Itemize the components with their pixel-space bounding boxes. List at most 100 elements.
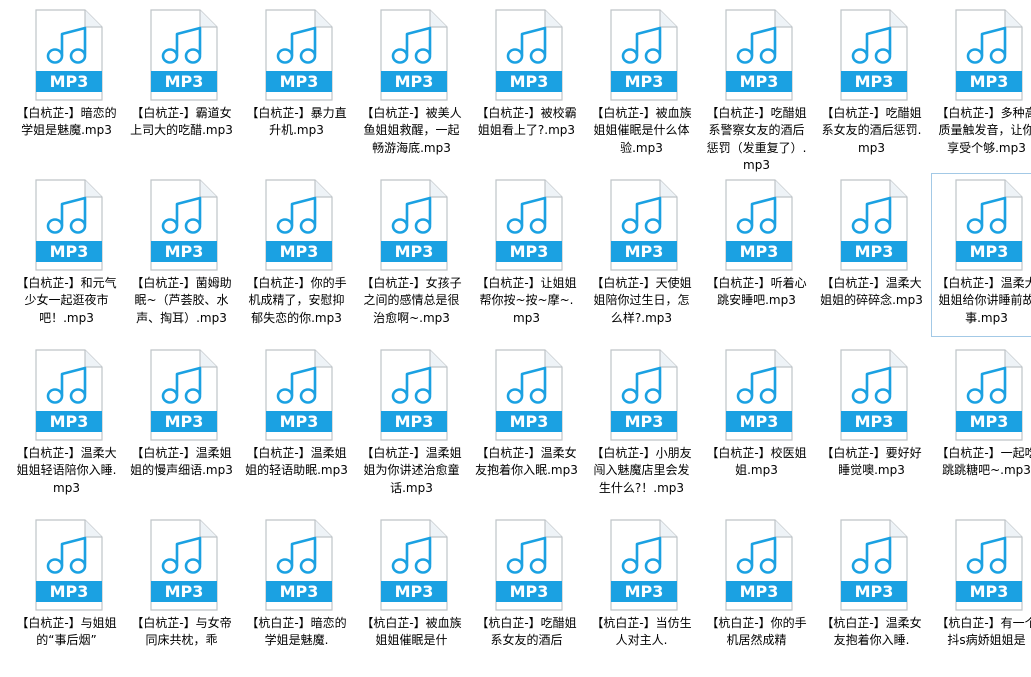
svg-text:MP3: MP3: [510, 242, 549, 261]
file-name: 【白杭芷-】被美人鱼姐姐救醒，一起畅游海底.mp3: [361, 106, 462, 155]
mp3-file-icon: MP3: [725, 179, 793, 271]
file-item[interactable]: MP3 【杭白芷-】被血族姐姐催眠是什: [356, 513, 467, 677]
file-item[interactable]: MP3 【白杭芷-】被美人鱼姐姐救醒，一起畅游海底.mp3: [356, 3, 467, 167]
file-item[interactable]: MP3 【白杭芷-】小朋友闯入魅魔店里会发生什么?！.mp3: [586, 343, 697, 507]
file-item[interactable]: MP3 【杭白芷-】你的手机居然成精: [701, 513, 812, 677]
mp3-file-icon: MP3: [955, 179, 1023, 271]
file-item[interactable]: MP3 【杭白芷-】吃醋姐系女友的酒后: [471, 513, 582, 677]
file-item[interactable]: MP3 【白杭芷-】温柔姐姐的慢声细语.mp3: [126, 343, 237, 507]
mp3-file-icon: MP3: [725, 349, 793, 441]
mp3-file-icon: MP3: [725, 519, 793, 611]
mp3-file-icon: MP3: [495, 9, 563, 101]
mp3-file-icon: MP3: [610, 179, 678, 271]
file-item[interactable]: MP3 【白杭芷-】温柔大姐姐给你讲睡前故事.mp3: [931, 173, 1031, 337]
mp3-file-icon: MP3: [35, 349, 103, 441]
file-item[interactable]: MP3 【白杭芷-】暴力直升机.mp3: [241, 3, 352, 167]
svg-text:MP3: MP3: [625, 72, 664, 91]
file-item[interactable]: MP3 【白杭芷-】霸道女上司大的吃醋.mp3: [126, 3, 237, 167]
file-name: 【白杭芷-】小朋友闯入魅魔店里会发生什么?！.mp3: [591, 446, 692, 495]
file-item[interactable]: MP3 【白杭芷-】被校霸姐姐看上了?.mp3: [471, 3, 582, 167]
file-name: 【白杭芷-】霸道女上司大的吃醋.mp3: [130, 106, 233, 138]
file-name: 【白杭芷-】吃醋姐系警察女友的酒后惩罚（发重复了）.mp3: [706, 106, 807, 172]
svg-text:MP3: MP3: [165, 582, 204, 601]
file-item[interactable]: MP3 【杭白芷-】有一个抖s病娇姐姐是: [931, 513, 1031, 677]
file-item[interactable]: MP3 【白杭芷-】被血族姐姐催眠是什么体验.mp3: [586, 3, 697, 167]
file-name: 【白杭芷-】天使姐姐陪你过生日，怎么样?.mp3: [591, 276, 692, 325]
svg-text:MP3: MP3: [50, 582, 89, 601]
svg-text:MP3: MP3: [970, 582, 1009, 601]
file-item[interactable]: MP3 【白杭芷-】你的手机成精了，安慰抑郁失恋的你.mp3: [241, 173, 352, 337]
file-item[interactable]: MP3 【杭白芷-】暗恋的学姐是魅魔.: [241, 513, 352, 677]
file-item[interactable]: MP3 【杭白芷-】温柔女友抱着你入睡.: [816, 513, 927, 677]
file-name: 【白杭芷-】温柔姐姐为你讲述治愈童话.mp3: [361, 446, 462, 495]
file-item[interactable]: MP3 【白杭芷-】多种高质量触发音，让你享受个够.mp3: [931, 3, 1031, 167]
svg-text:MP3: MP3: [970, 412, 1009, 431]
svg-text:MP3: MP3: [740, 72, 779, 91]
file-item[interactable]: MP3 【白杭芷-】和元气少女一起逛夜市吧！.mp3: [11, 173, 122, 337]
file-item[interactable]: MP3 【白杭芷-】温柔大姐姐轻语陪你入睡.mp3: [11, 343, 122, 507]
file-name: 【白杭芷-】要好好睡觉噢.mp3: [821, 446, 922, 478]
file-item[interactable]: MP3 【白杭芷-】女孩子之间的感情总是很治愈啊~.mp3: [356, 173, 467, 337]
file-name: 【杭白芷-】你的手机居然成精: [706, 616, 807, 648]
file-name: 【白杭芷-】温柔大姐姐给你讲睡前故事.mp3: [936, 276, 1031, 325]
svg-text:MP3: MP3: [280, 412, 319, 431]
svg-text:MP3: MP3: [280, 72, 319, 91]
file-item[interactable]: MP3 【白杭芷-】一起吃跳跳糖吧~.mp3: [931, 343, 1031, 507]
file-name: 【杭白芷-】被血族姐姐催眠是什: [361, 616, 462, 648]
file-item[interactable]: MP3 【白杭芷-】暗恋的学姐是魅魔.mp3: [11, 3, 122, 167]
file-name: 【白杭芷-】温柔姐姐的慢声细语.mp3: [130, 446, 233, 478]
svg-text:MP3: MP3: [165, 72, 204, 91]
svg-text:MP3: MP3: [855, 412, 894, 431]
svg-text:MP3: MP3: [165, 242, 204, 261]
mp3-file-icon: MP3: [495, 519, 563, 611]
file-name: 【白杭芷-】让姐姐帮你按~按~摩~.mp3: [476, 276, 577, 325]
file-name: 【白杭芷-】一起吃跳跳糖吧~.mp3: [936, 446, 1031, 478]
file-name: 【白杭芷-】校医姐姐.mp3: [706, 446, 807, 478]
file-item[interactable]: MP3 【白杭芷-】与女帝同床共枕，乖: [126, 513, 237, 677]
mp3-file-icon: MP3: [35, 519, 103, 611]
file-item[interactable]: MP3 【白杭芷-】吃醋姐系女友的酒后惩罚.mp3: [816, 3, 927, 167]
file-item[interactable]: MP3 【白杭芷-】吃醋姐系警察女友的酒后惩罚（发重复了）.mp3: [701, 3, 812, 172]
svg-text:MP3: MP3: [50, 412, 89, 431]
mp3-file-icon: MP3: [840, 9, 908, 101]
mp3-file-icon: MP3: [150, 179, 218, 271]
mp3-file-icon: MP3: [955, 519, 1023, 611]
file-item[interactable]: MP3 【白杭芷-】与姐姐的“事后烟”: [11, 513, 122, 677]
svg-text:MP3: MP3: [855, 582, 894, 601]
file-item[interactable]: MP3 【白杭芷-】要好好睡觉噢.mp3: [816, 343, 927, 507]
mp3-file-icon: MP3: [725, 9, 793, 101]
mp3-file-icon: MP3: [955, 349, 1023, 441]
mp3-file-icon: MP3: [265, 179, 333, 271]
file-name: 【白杭芷-】温柔姐姐的轻语助眠.mp3: [245, 446, 348, 478]
file-item[interactable]: MP3 【白杭芷-】听着心跳安睡吧.mp3: [701, 173, 812, 337]
file-name: 【白杭芷-】你的手机成精了，安慰抑郁失恋的你.mp3: [246, 276, 347, 325]
mp3-file-icon: MP3: [380, 179, 448, 271]
file-name: 【杭白芷-】当仿生人对主人.: [591, 616, 692, 648]
file-item[interactable]: MP3 【白杭芷-】天使姐姐陪你过生日，怎么样?.mp3: [586, 173, 697, 337]
mp3-file-icon: MP3: [495, 179, 563, 271]
file-item[interactable]: MP3 【白杭芷-】校医姐姐.mp3: [701, 343, 812, 507]
mp3-file-icon: MP3: [840, 519, 908, 611]
svg-text:MP3: MP3: [280, 242, 319, 261]
file-name: 【白杭芷-】温柔女友抱着你入眠.mp3: [475, 446, 578, 478]
mp3-file-icon: MP3: [955, 9, 1023, 101]
mp3-file-icon: MP3: [380, 9, 448, 101]
file-name: 【白杭芷-】与女帝同床共枕，乖: [131, 616, 232, 648]
file-name: 【白杭芷-】被校霸姐姐看上了?.mp3: [476, 106, 577, 138]
file-item[interactable]: MP3 【白杭芷-】温柔姐姐的轻语助眠.mp3: [241, 343, 352, 507]
file-item[interactable]: MP3 【白杭芷-】温柔大姐姐的碎碎念.mp3: [816, 173, 927, 337]
svg-text:MP3: MP3: [970, 242, 1009, 261]
file-name: 【白杭芷-】听着心跳安睡吧.mp3: [706, 276, 807, 308]
file-item[interactable]: MP3 【白杭芷-】菌姆助眠~（芦荟胶、水声、掏耳）.mp3: [126, 173, 237, 337]
file-name: 【白杭芷-】女孩子之间的感情总是很治愈啊~.mp3: [361, 276, 462, 325]
file-item[interactable]: MP3 【杭白芷-】当仿生人对主人.: [586, 513, 697, 677]
file-name: 【白杭芷-】与姐姐的“事后烟”: [16, 616, 117, 648]
file-name: 【白杭芷-】吃醋姐系女友的酒后惩罚.mp3: [821, 106, 922, 155]
file-name: 【杭白芷-】有一个抖s病娇姐姐是: [936, 616, 1031, 648]
svg-text:MP3: MP3: [625, 412, 664, 431]
file-item[interactable]: MP3 【白杭芷-】温柔姐姐为你讲述治愈童话.mp3: [356, 343, 467, 507]
file-item[interactable]: MP3 【白杭芷-】温柔女友抱着你入眠.mp3: [471, 343, 582, 507]
file-name: 【白杭芷-】和元气少女一起逛夜市吧！.mp3: [16, 276, 117, 325]
file-item[interactable]: MP3 【白杭芷-】让姐姐帮你按~按~摩~.mp3: [471, 173, 582, 337]
svg-text:MP3: MP3: [395, 72, 434, 91]
